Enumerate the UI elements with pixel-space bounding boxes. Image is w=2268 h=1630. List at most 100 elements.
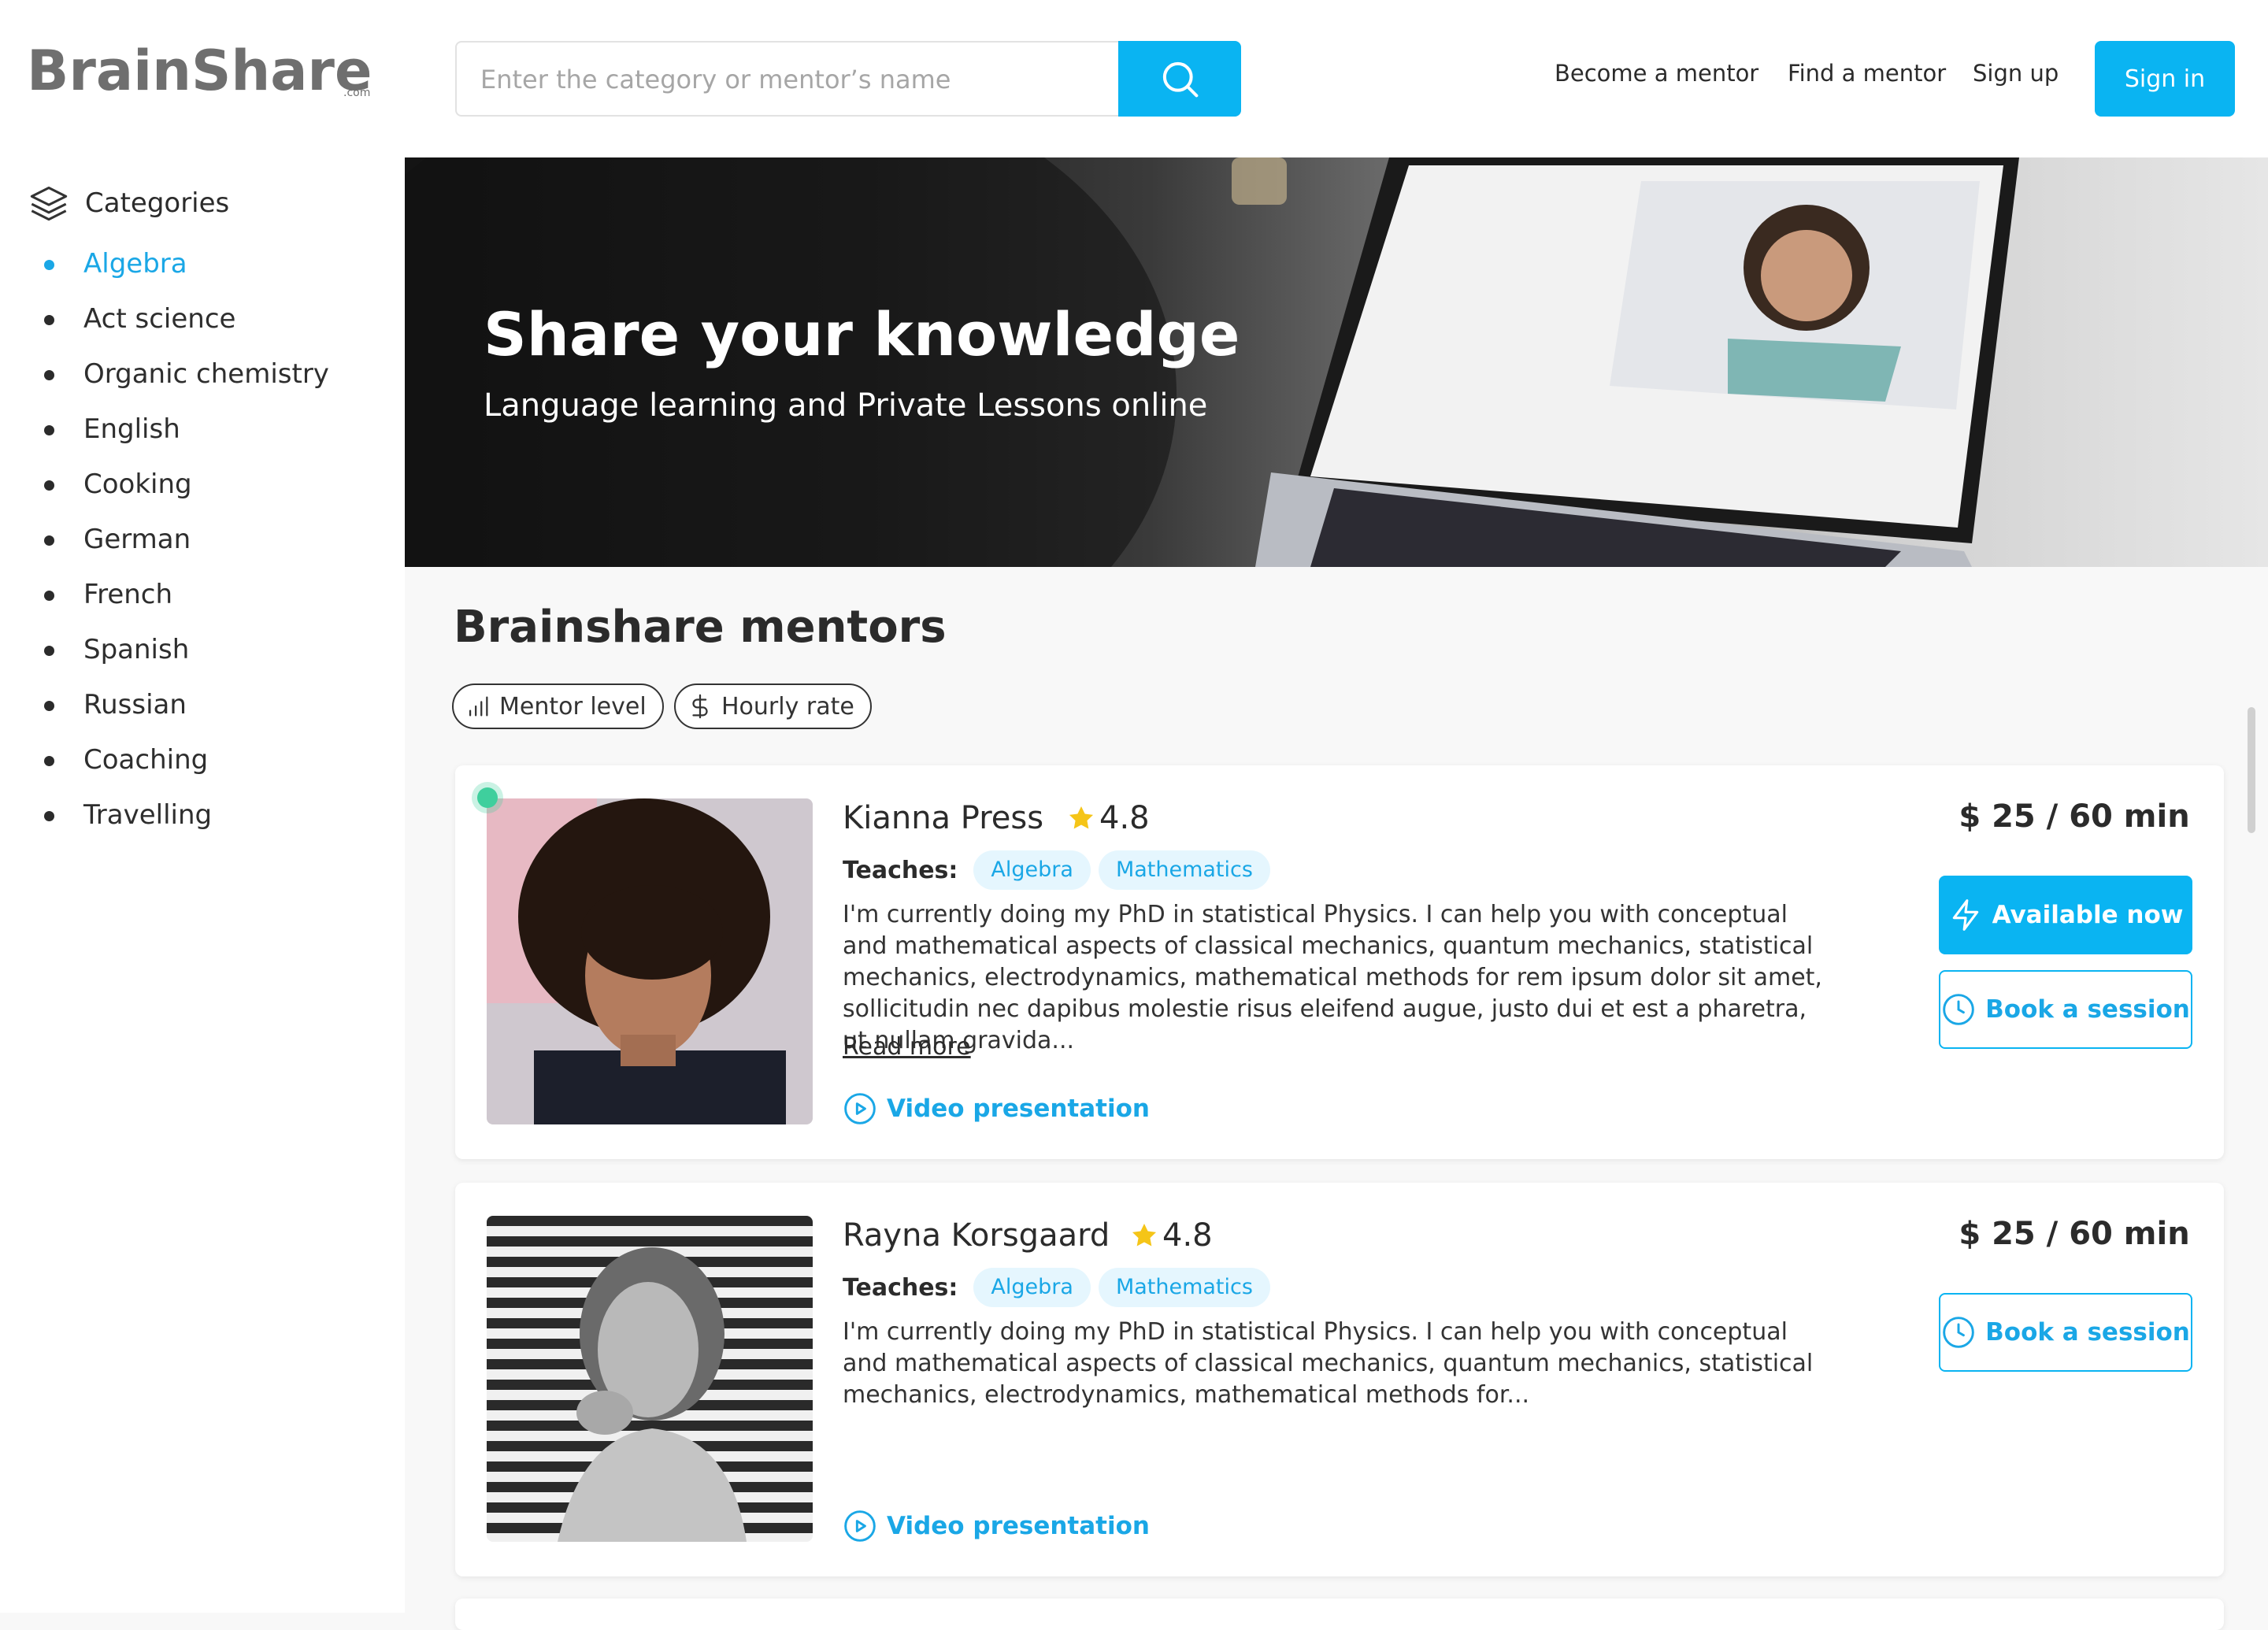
available-now-button[interactable]: Available now xyxy=(1939,876,2192,954)
category-item-coaching[interactable]: Coaching xyxy=(0,732,329,787)
video-label: Video presentation xyxy=(887,1095,1150,1123)
bullet-icon xyxy=(44,315,54,325)
mentor-description: I'm currently doing my PhD in statistica… xyxy=(843,901,1822,1054)
teaches-row: Teaches: Algebra Mathematics xyxy=(843,850,1278,890)
video-label: Video presentation xyxy=(887,1512,1150,1540)
categories-heading-label: Categories xyxy=(85,187,230,219)
category-label: Russian xyxy=(83,689,187,721)
category-label: French xyxy=(83,579,173,610)
page-title: Brainshare mentors xyxy=(454,602,947,653)
play-circle-icon xyxy=(844,1510,876,1542)
category-label: Coaching xyxy=(83,744,209,776)
mentor-price: $ 25 / 60 min xyxy=(1959,1216,2190,1252)
teaches-label: Teaches: xyxy=(843,1273,958,1302)
sign-up-link[interactable]: Sign up xyxy=(1973,60,2059,87)
search-bar xyxy=(455,41,1241,117)
category-list: Algebra Act science Organic chemistry En… xyxy=(0,236,329,843)
mentor-card-next xyxy=(455,1599,2224,1630)
hero-subtitle: Language learning and Private Lessons on… xyxy=(484,387,1208,424)
search-icon xyxy=(1162,61,1199,98)
bullet-icon xyxy=(44,535,54,546)
available-now-label: Available now xyxy=(1992,901,2184,929)
mentor-card: Kianna Press 4.8 Teaches: Algebra Mathem… xyxy=(455,765,2224,1159)
become-mentor-link[interactable]: Become a mentor xyxy=(1555,60,1758,87)
category-item-organic-chemistry[interactable]: Organic chemistry xyxy=(0,346,329,402)
sidebar: BrainShare .com Categories Algebra Act s… xyxy=(0,0,405,1613)
clock-icon xyxy=(1943,994,1974,1025)
mentor-rating: 4.8 xyxy=(1129,1217,1213,1254)
bullet-icon xyxy=(44,811,54,821)
layers-icon xyxy=(30,186,68,221)
category-label: Organic chemistry xyxy=(83,358,329,390)
top-header: Become a mentor Find a mentor Sign up Si… xyxy=(405,0,2268,157)
category-item-french[interactable]: French xyxy=(0,567,329,622)
bullet-icon xyxy=(44,701,54,711)
category-item-act-science[interactable]: Act science xyxy=(0,291,329,346)
mentor-description: I'm currently doing my PhD in statistica… xyxy=(843,1318,1814,1409)
read-more-link[interactable]: Read more xyxy=(843,1033,971,1061)
lightning-icon xyxy=(1952,899,1978,931)
mentor-card: Rayna Korsgaard 4.8 Teaches: Algebra Mat… xyxy=(455,1183,2224,1576)
category-item-travelling[interactable]: Travelling xyxy=(0,787,329,843)
category-label: Travelling xyxy=(83,799,213,831)
categories-heading: Categories xyxy=(28,180,229,227)
bullet-icon xyxy=(44,480,54,491)
mentor-photo[interactable] xyxy=(487,798,813,1124)
book-session-button[interactable]: Book a session xyxy=(1939,970,2192,1049)
hourly-rate-filter[interactable]: Hourly rate xyxy=(674,683,872,729)
bullet-icon xyxy=(44,425,54,435)
teaches-label: Teaches: xyxy=(843,856,958,884)
search-button[interactable] xyxy=(1118,41,1241,117)
search-input[interactable] xyxy=(479,43,1049,117)
category-label: Cooking xyxy=(83,469,192,500)
bullet-icon xyxy=(44,756,54,766)
category-label: Algebra xyxy=(83,248,187,280)
rating-value: 4.8 xyxy=(1162,1217,1213,1254)
mentor-portrait-image xyxy=(487,798,813,1124)
subject-tag[interactable]: Algebra xyxy=(973,1268,1091,1307)
category-item-spanish[interactable]: Spanish xyxy=(0,622,329,677)
category-label: German xyxy=(83,524,191,555)
mentor-rating: 4.8 xyxy=(1066,800,1150,836)
category-item-algebra[interactable]: Algebra xyxy=(0,236,329,291)
category-item-russian[interactable]: Russian xyxy=(0,677,329,732)
svg-text:BrainShare: BrainShare xyxy=(27,39,372,103)
bullet-icon xyxy=(44,646,54,656)
video-presentation-link[interactable]: Video presentation xyxy=(843,1091,1150,1126)
mentor-price: $ 25 / 60 min xyxy=(1959,798,2190,835)
mentor-name: Rayna Korsgaard xyxy=(843,1217,1110,1254)
bullet-icon xyxy=(44,370,54,380)
book-session-label: Book a session xyxy=(1985,1318,2190,1347)
online-status-indicator xyxy=(477,787,498,808)
rating-value: 4.8 xyxy=(1099,800,1150,836)
category-item-english[interactable]: English xyxy=(0,402,329,457)
subject-tag[interactable]: Mathematics xyxy=(1098,850,1270,890)
clock-icon xyxy=(1943,1317,1974,1348)
play-circle-icon xyxy=(844,1093,876,1124)
mentor-level-filter[interactable]: Mentor level xyxy=(452,683,664,729)
hero-banner: Share your knowledge Language learning a… xyxy=(405,157,2268,567)
subject-tag[interactable]: Mathematics xyxy=(1098,1268,1270,1307)
hero-title: Share your knowledge xyxy=(484,299,1240,369)
video-presentation-link[interactable]: Video presentation xyxy=(843,1509,1150,1543)
find-mentor-link[interactable]: Find a mentor xyxy=(1788,60,1946,87)
mentor-portrait-image xyxy=(487,1216,813,1542)
subject-tag[interactable]: Algebra xyxy=(973,850,1091,890)
page-scrollbar[interactable] xyxy=(2248,707,2255,833)
bar-chart-icon xyxy=(469,696,488,717)
category-label: English xyxy=(83,413,180,445)
sign-in-button[interactable]: Sign in xyxy=(2095,41,2235,117)
category-item-cooking[interactable]: Cooking xyxy=(0,457,329,512)
mentor-name: Kianna Press xyxy=(843,800,1044,836)
category-item-german[interactable]: German xyxy=(0,512,329,567)
mentor-photo[interactable] xyxy=(487,1216,813,1542)
book-session-label: Book a session xyxy=(1985,995,2190,1024)
star-icon xyxy=(1132,1223,1157,1247)
category-label: Act science xyxy=(83,303,236,335)
filter-label: Mentor level xyxy=(499,692,647,721)
book-session-button[interactable]: Book a session xyxy=(1939,1293,2192,1372)
bullet-icon xyxy=(44,260,54,270)
star-icon xyxy=(1069,806,1094,829)
brainshare-logo[interactable]: BrainShare .com xyxy=(27,35,373,106)
category-label: Spanish xyxy=(83,634,190,665)
